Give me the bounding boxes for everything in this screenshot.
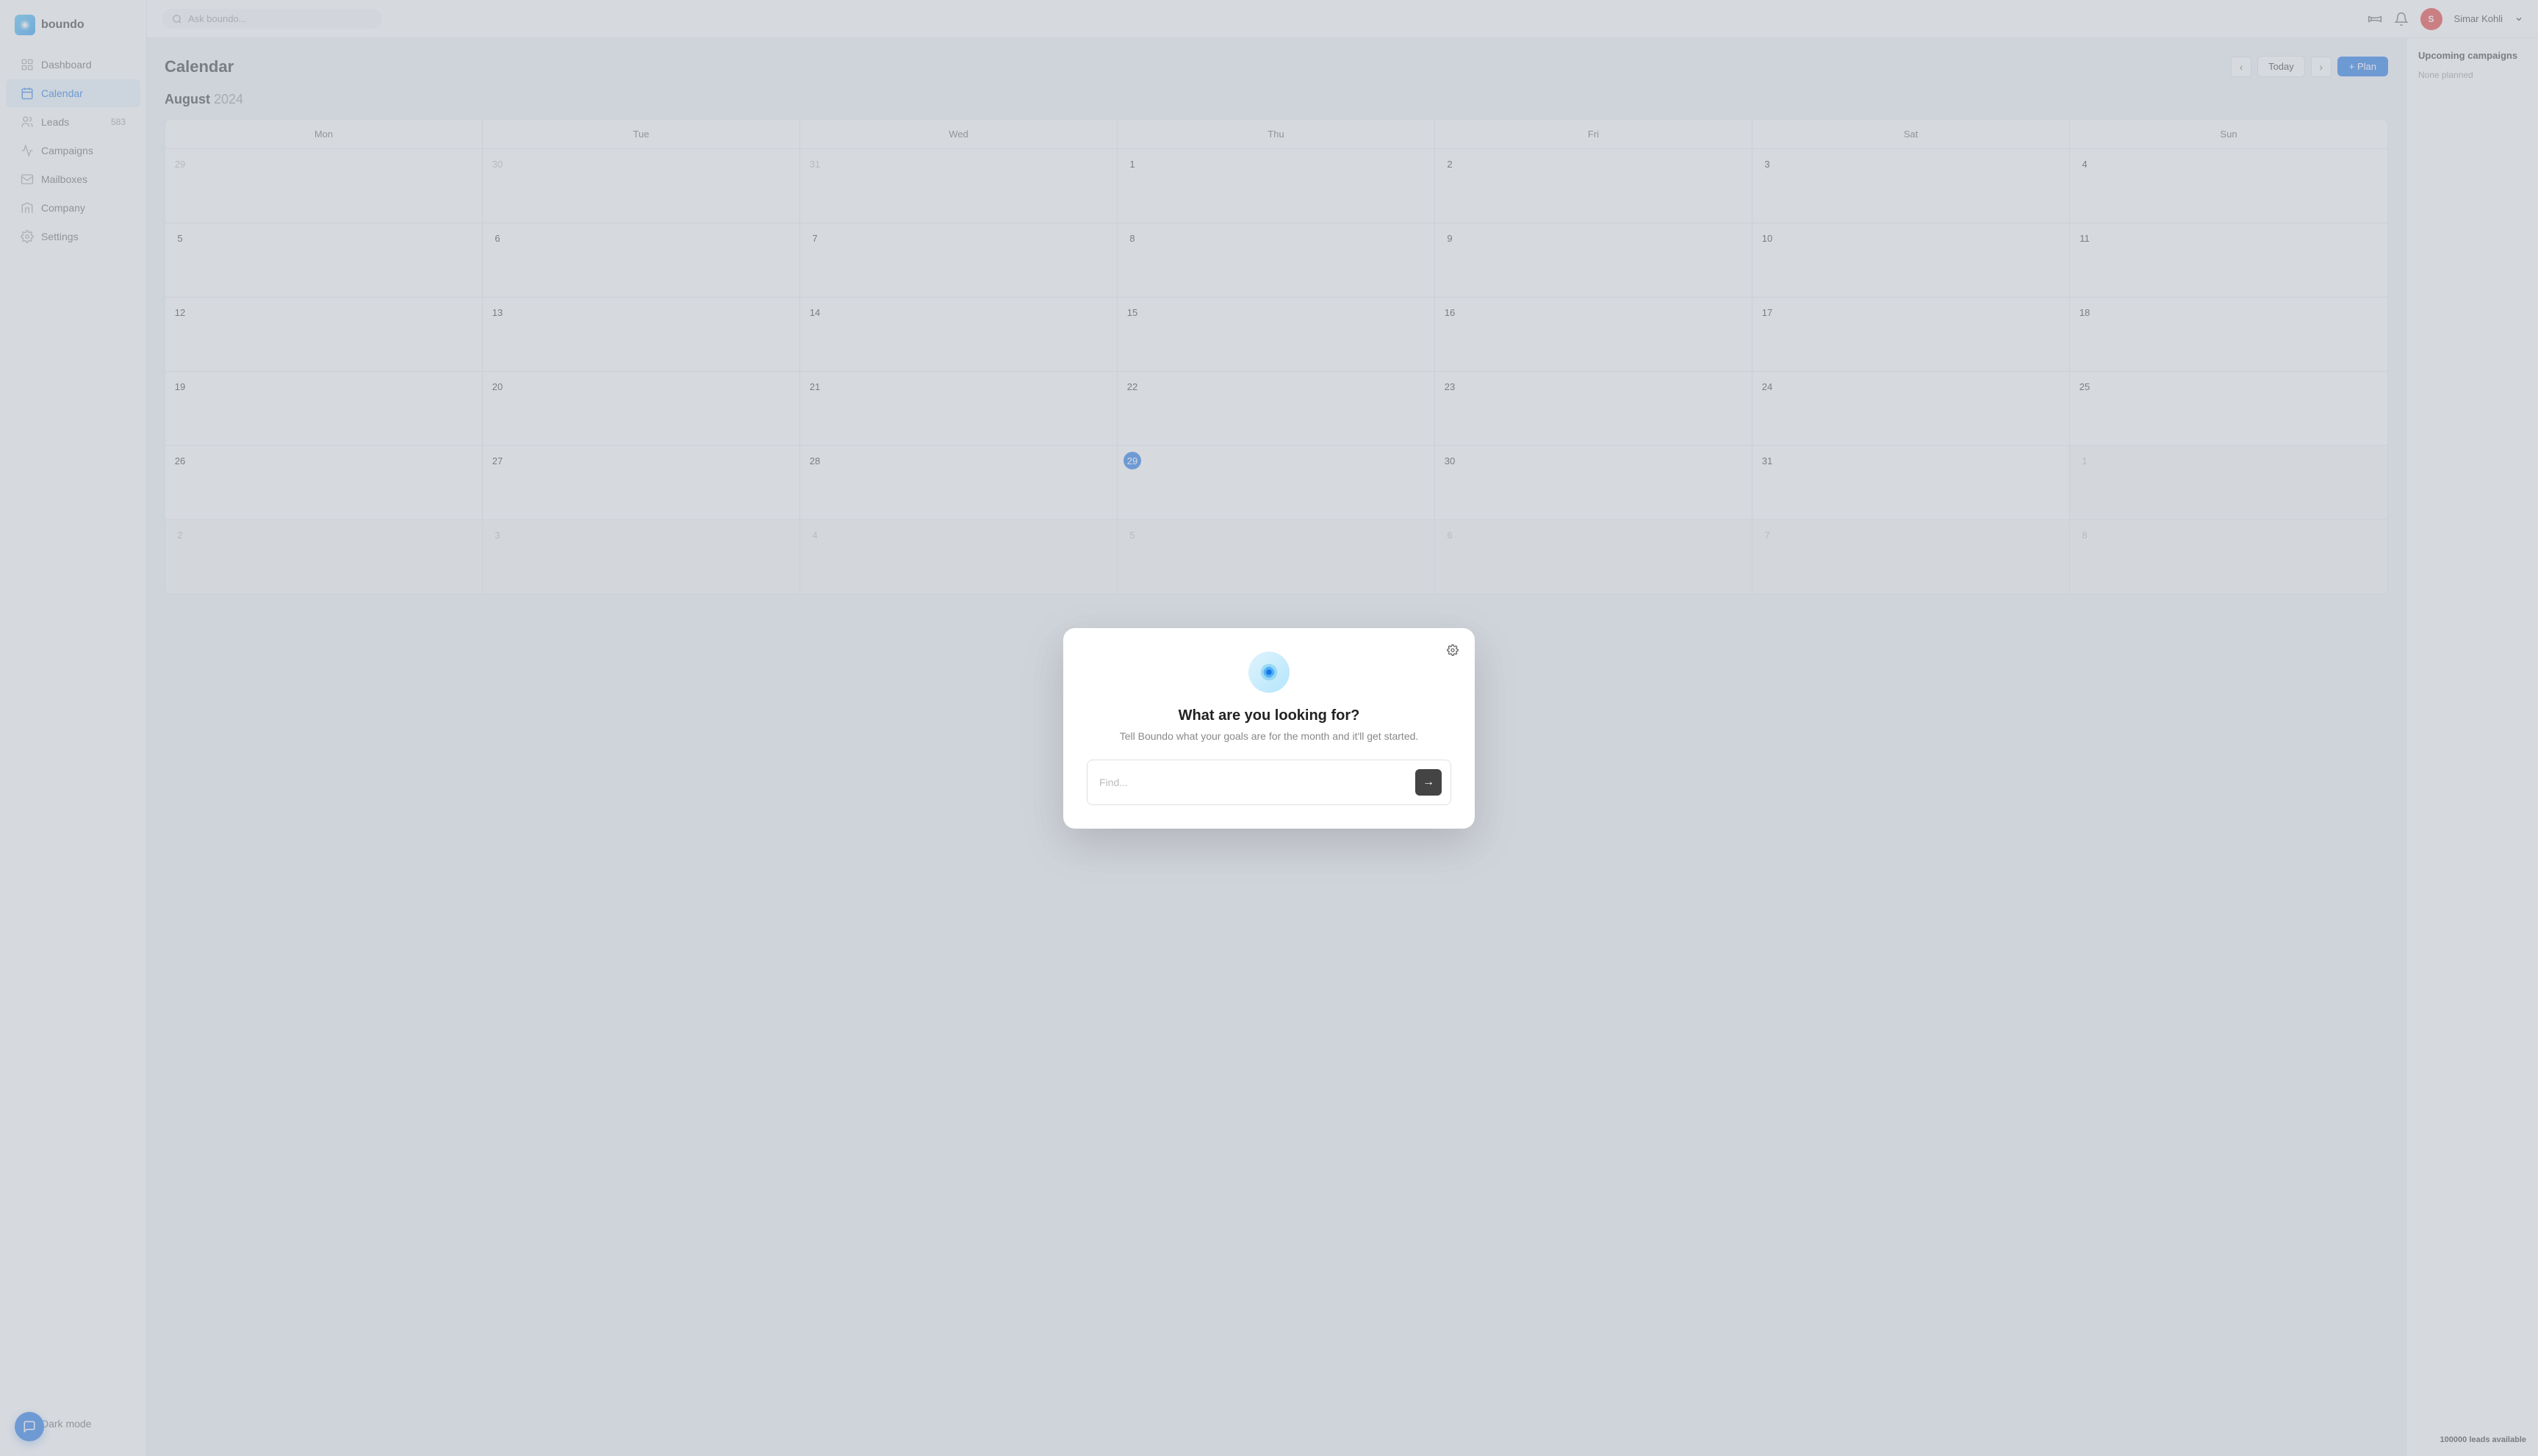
modal-input-row: →	[1087, 760, 1451, 805]
modal-logo	[1087, 652, 1451, 693]
modal-overlay[interactable]: What are you looking for? Tell Boundo wh…	[0, 0, 2538, 1456]
search-modal: What are you looking for? Tell Boundo wh…	[1063, 628, 1475, 829]
submit-arrow: →	[1423, 776, 1434, 789]
modal-logo-circle	[1248, 652, 1290, 693]
modal-close-button[interactable]	[1442, 640, 1463, 660]
gear-icon	[1447, 644, 1459, 656]
modal-search-input[interactable]	[1099, 776, 1409, 788]
modal-submit-button[interactable]: →	[1415, 769, 1442, 796]
modal-title: What are you looking for?	[1087, 707, 1451, 724]
boundo-logo-icon	[1258, 661, 1280, 683]
modal-subtitle: Tell Boundo what your goals are for the …	[1087, 730, 1451, 742]
